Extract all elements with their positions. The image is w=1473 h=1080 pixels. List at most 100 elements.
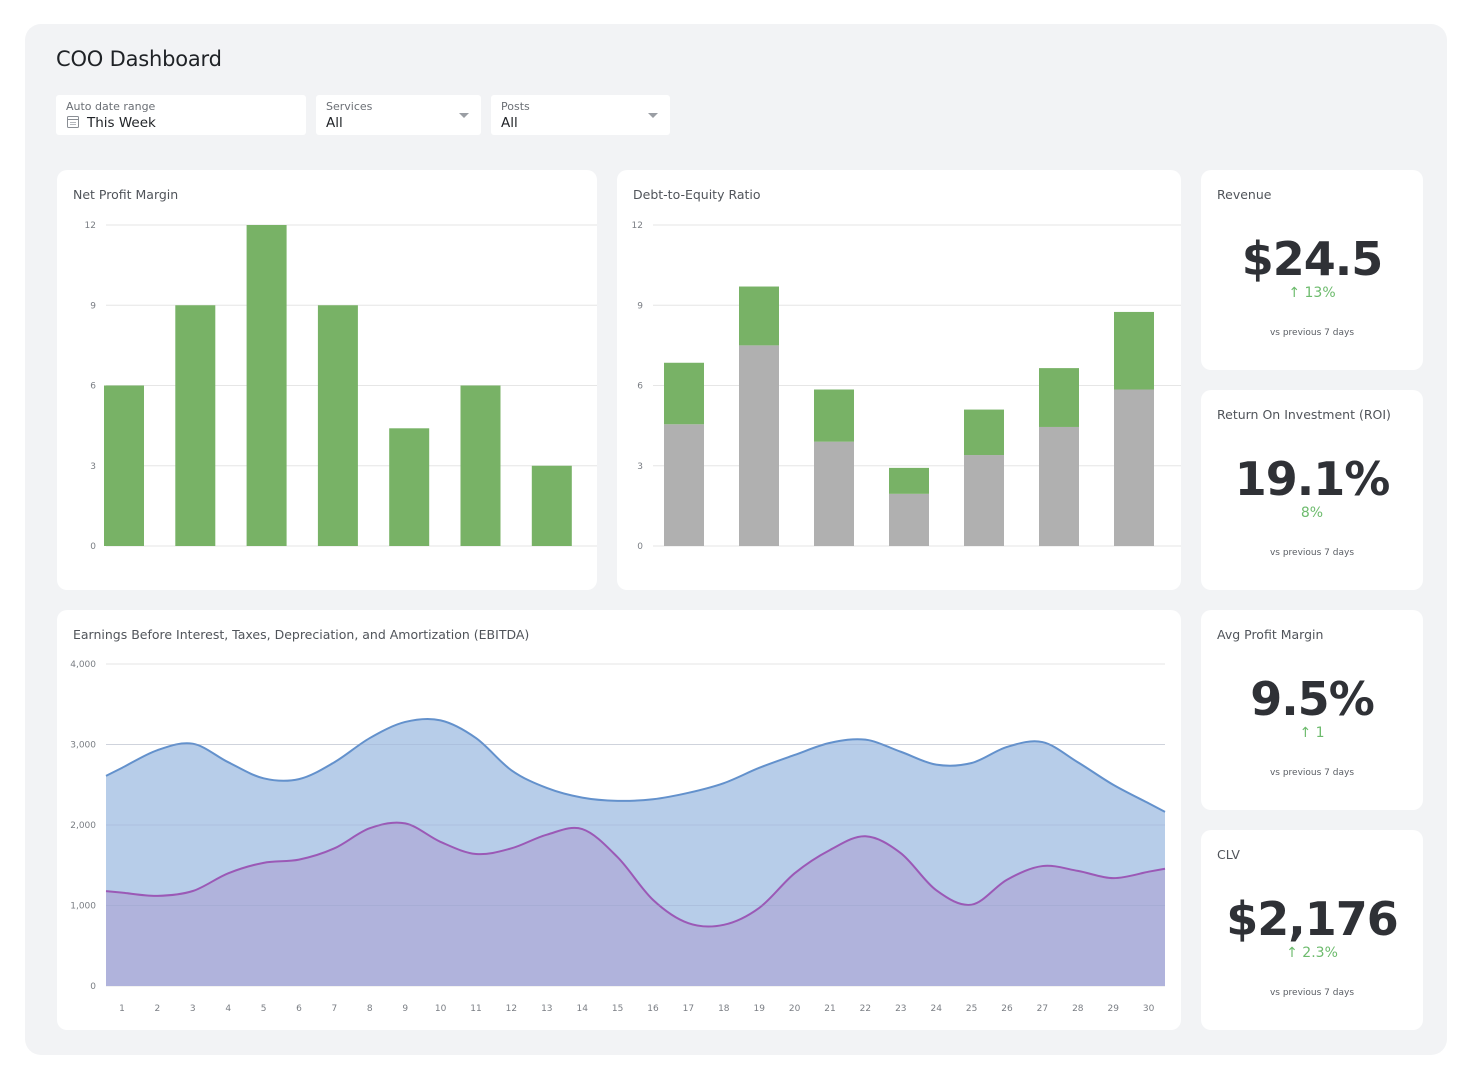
kpi-comparison: vs previous 7 days — [1269, 328, 1355, 338]
bar — [531, 465, 572, 546]
x-tick-label: 23 — [895, 1004, 906, 1014]
x-tick-label: 25 — [966, 1004, 977, 1014]
bar — [317, 305, 358, 546]
x-tick-label: 9 — [402, 1004, 408, 1014]
bar — [389, 428, 430, 546]
kpi-delta: 8% — [1300, 505, 1324, 521]
kpi-card-clv: CLV $2,176 ↑ 2.3% vs previous 7 days — [1201, 830, 1423, 1030]
x-tick-label: 30 — [1143, 1004, 1155, 1014]
kpi-value: 19.1% — [1234, 452, 1391, 506]
ebitda-card: Earnings Before Interest, Taxes, Depreci… — [57, 610, 1181, 1030]
bar-segment-equity — [814, 389, 854, 442]
kpi-card-avg-profit-margin: Avg Profit Margin 9.5% ↑ 1 vs previous 7… — [1201, 610, 1423, 810]
kpi-title: Revenue — [1217, 187, 1272, 202]
x-tick-label: 3 — [190, 1004, 196, 1014]
x-tick-label: 5 — [261, 1004, 267, 1014]
y-tick-label: 0 — [637, 542, 643, 552]
debt-to-equity-chart: 0 3 6 9 12 — [632, 221, 1181, 552]
chevron-down-icon[interactable] — [648, 113, 658, 118]
debt-to-equity-card: Debt-to-Equity Ratio 0 3 6 9 12 — [617, 170, 1181, 590]
kpi-value: 9.5% — [1250, 672, 1375, 726]
x-tick-label: 12 — [506, 1004, 517, 1014]
x-tick-label: 20 — [789, 1004, 801, 1014]
x-tick-label: 6 — [296, 1004, 302, 1014]
x-tick-label: 1 — [119, 1004, 125, 1014]
y-tick-label: 12 — [85, 221, 96, 231]
kpi-card-revenue: Revenue $24.5 ↑ 13% vs previous 7 days — [1201, 170, 1423, 370]
bar-segment-equity — [889, 467, 929, 494]
x-tick-label: 26 — [1001, 1004, 1013, 1014]
y-tick-label: 9 — [90, 301, 96, 311]
calendar-icon — [67, 116, 79, 128]
posts-dropdown[interactable]: Posts All — [491, 95, 670, 135]
y-tick-label: 2,000 — [70, 821, 96, 831]
x-tick-label: 16 — [647, 1004, 659, 1014]
bar — [460, 385, 501, 546]
services-label: Services — [326, 100, 373, 113]
date-range-value: This Week — [87, 115, 156, 131]
bar-segment-debt — [1039, 426, 1079, 546]
posts-label: Posts — [501, 100, 530, 113]
y-tick-label: 6 — [637, 382, 643, 392]
x-tick-label: 14 — [576, 1004, 588, 1014]
y-tick-label: 3 — [90, 462, 96, 472]
x-tick-label: 13 — [541, 1004, 552, 1014]
bar-segment-debt — [964, 455, 1004, 546]
kpi-delta: ↑ 1 — [1299, 725, 1325, 741]
ebitda-chart: 01,0002,0003,0004,0001 2 3 4 5 6 7 8 9 10 11 12 13 14… — [70, 660, 1166, 1014]
chevron-down-icon[interactable] — [459, 113, 469, 118]
y-tick-label: 4,000 — [70, 660, 96, 670]
page-title: COO Dashboard — [56, 47, 222, 71]
kpi-comparison: vs previous 7 days — [1269, 548, 1355, 558]
kpi-title: CLV — [1217, 847, 1240, 862]
x-tick-label: 24 — [930, 1004, 942, 1014]
kpi-comparison: vs previous 7 days — [1269, 988, 1355, 998]
bar-segment-debt — [814, 441, 854, 546]
bar — [104, 385, 144, 546]
bar-segment-debt — [1114, 389, 1154, 546]
y-tick-label: 6 — [90, 382, 96, 392]
y-tick-label: 0 — [90, 982, 96, 992]
x-tick-label: 7 — [332, 1004, 338, 1014]
x-tick-label: 28 — [1072, 1004, 1084, 1014]
net-profit-margin-chart: 0 3 6 9 12 — [85, 221, 597, 552]
kpi-title: Return On Investment (ROI) — [1217, 407, 1391, 422]
y-tick-label: 3 — [637, 462, 643, 472]
bar — [175, 305, 216, 546]
bar — [246, 225, 287, 546]
date-range-filter[interactable]: Auto date range This Week — [56, 95, 306, 135]
services-dropdown[interactable]: Services All — [316, 95, 481, 135]
x-tick-label: 18 — [718, 1004, 730, 1014]
y-tick-label: 0 — [90, 542, 96, 552]
kpi-value: $2,176 — [1226, 892, 1399, 946]
bar-segment-equity — [1114, 311, 1154, 390]
y-tick-label: 1,000 — [70, 902, 96, 912]
y-tick-label: 9 — [637, 301, 643, 311]
posts-value: All — [501, 115, 518, 131]
x-tick-label: 10 — [435, 1004, 447, 1014]
x-tick-label: 27 — [1037, 1004, 1048, 1014]
kpi-value: $24.5 — [1241, 232, 1384, 286]
y-tick-label: 12 — [632, 221, 643, 231]
x-tick-label: 29 — [1107, 1004, 1119, 1014]
x-tick-label: 15 — [612, 1004, 623, 1014]
kpi-delta: ↑ 13% — [1288, 285, 1336, 301]
bar-segment-debt — [739, 345, 779, 546]
x-tick-label: 22 — [860, 1004, 871, 1014]
kpi-comparison: vs previous 7 days — [1269, 768, 1355, 778]
y-tick-label: 3,000 — [70, 741, 96, 751]
x-tick-label: 2 — [155, 1004, 161, 1014]
net-profit-margin-card: Net Profit Margin 0 3 6 9 12 — [57, 170, 597, 590]
x-tick-label: 21 — [824, 1004, 835, 1014]
x-tick-label: 19 — [753, 1004, 765, 1014]
bar-segment-equity — [664, 362, 704, 425]
bar-segment-debt — [664, 424, 704, 546]
kpi-card-roi: Return On Investment (ROI) 19.1% 8% vs p… — [1201, 390, 1423, 590]
bar-segment-debt — [889, 493, 929, 546]
x-tick-label: 11 — [470, 1004, 481, 1014]
bar-segment-equity — [964, 409, 1004, 456]
kpi-title: Avg Profit Margin — [1217, 627, 1324, 642]
x-tick-label: 4 — [225, 1004, 231, 1014]
date-range-label: Auto date range — [66, 100, 156, 113]
kpi-delta: ↑ 2.3% — [1286, 945, 1338, 961]
